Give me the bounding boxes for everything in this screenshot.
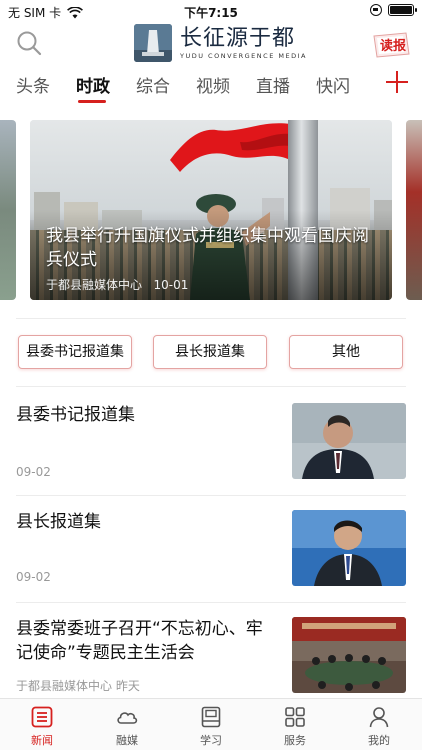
divider [16,495,406,496]
bottom-navigation: 新闻 融媒 学习 服务 我的 [0,698,422,750]
status-time: 下午7:15 [184,6,238,20]
tab-headline[interactable]: 头条 [16,72,50,97]
news-title[interactable]: 县委书记报道集 [16,403,266,427]
status-bar: 无 SIM 卡 下午7:15 [0,0,422,22]
news-title[interactable]: 县长报道集 [16,510,266,534]
nav-service[interactable]: 服务 [265,705,325,748]
logo-title: 长征源于都 [180,26,296,51]
app-logo: 长征源于都 YUDU CONVERGENCE MEDIA [134,24,307,62]
orientation-lock-icon [370,4,382,16]
news-list-icon [31,706,53,728]
app-header: 长征源于都 YUDU CONVERGENCE MEDIA 读报 [0,22,422,66]
news-date: 09-02 [16,570,51,584]
banner-title[interactable]: 我县举行升国旗仪式并组织集中观看国庆阅兵仪式 [46,224,382,272]
status-right [370,4,417,16]
person-icon [369,707,389,728]
banner-meta: 于都县融媒体中心 10-01 [46,276,188,293]
nav-media[interactable]: 融媒 [97,705,157,748]
banner-slide[interactable]: 我县举行升国旗仪式并组织集中观看国庆阅兵仪式 于都县融媒体中心 10-01 [30,120,392,300]
nav-media-label: 融媒 [116,734,138,747]
nav-news-label: 新闻 [31,734,53,747]
read-paper-button[interactable]: 读报 [372,32,412,58]
news-thumbnail[interactable] [292,510,406,586]
battery-level [390,6,412,14]
tab-politics[interactable]: 时政 [76,72,110,97]
news-date: 09-02 [16,465,51,479]
search-icon[interactable] [16,30,42,56]
tab-general[interactable]: 综合 [136,72,170,97]
divider [16,386,406,387]
nav-profile[interactable]: 我的 [349,705,409,748]
add-channel-icon[interactable] [386,71,408,93]
read-paper-label: 读报 [380,39,407,54]
nav-profile-label: 我的 [368,734,390,747]
nav-study-label: 学习 [200,734,222,747]
logo-subtitle: YUDU CONVERGENCE MEDIA [180,52,307,60]
category-county-head-button[interactable]: 县长报道集 [153,335,267,369]
grid-icon [285,707,305,727]
book-icon [201,706,221,728]
channel-tabs: 头条 时政 综合 视频 直播 快闪 [0,66,422,106]
next-slide-preview[interactable] [406,120,422,300]
tab-live[interactable]: 直播 [256,72,290,97]
previous-slide-preview[interactable] [0,120,16,300]
news-thumbnail[interactable] [292,617,406,693]
news-item[interactable]: 县长报道集 09-02 [0,510,422,620]
category-party-secretary-button[interactable]: 县委书记报道集 [18,335,132,369]
tab-video[interactable]: 视频 [196,72,230,97]
news-source-time: 于都县融媒体中心 昨天 [16,679,140,693]
battery-icon [388,4,417,16]
active-tab-indicator [78,100,106,103]
banner-source: 于都县融媒体中心 [46,278,143,292]
news-item[interactable]: 县委书记报道集 09-02 [0,403,422,513]
cloud-icon [117,712,138,724]
divider [16,602,406,603]
news-title[interactable]: 县委常委班子召开“不忘初心、牢记使命”专题民主生活会 [16,617,266,665]
nav-study[interactable]: 学习 [181,705,241,748]
divider [16,318,406,319]
news-thumbnail[interactable] [292,403,406,479]
tab-flash[interactable]: 快闪 [316,72,350,97]
nav-service-label: 服务 [284,734,306,747]
category-other-button[interactable]: 其他 [289,335,403,369]
banner-date: 10-01 [153,278,189,292]
banner-carousel[interactable]: 我县举行升国旗仪式并组织集中观看国庆阅兵仪式 于都县融媒体中心 10-01 [0,120,422,302]
nav-news[interactable]: 新闻 [12,705,72,748]
monument-logo-icon [134,24,172,62]
